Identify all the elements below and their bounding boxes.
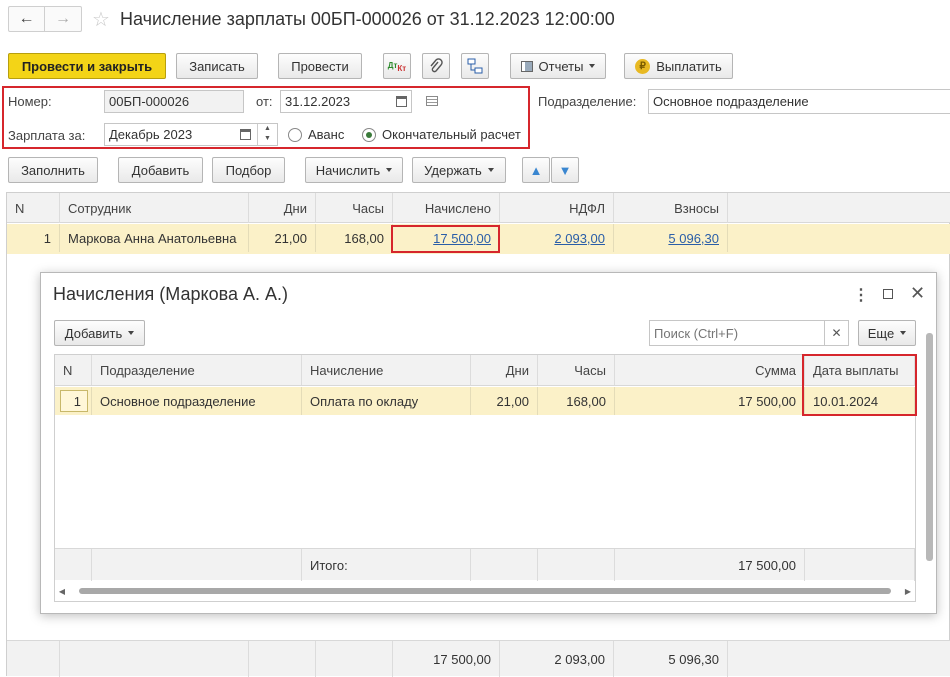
withhold-label: Удержать xyxy=(424,162,482,178)
back-arrow-icon[interactable]: ← xyxy=(9,7,45,31)
row-ndfl-link[interactable]: 2 093,00 xyxy=(500,224,614,252)
withhold-button[interactable]: Удержать xyxy=(412,157,506,183)
col-n[interactable]: N xyxy=(7,193,60,223)
vertical-scrollbar[interactable] xyxy=(926,333,933,561)
scroll-thumb[interactable] xyxy=(79,588,891,594)
col-ndfl[interactable]: НДФЛ xyxy=(500,193,614,223)
dialog-add-button[interactable]: Добавить xyxy=(54,320,145,346)
reports-label: Отчеты xyxy=(538,58,584,74)
total-label: Итого: xyxy=(302,549,471,581)
paperclip-icon[interactable] xyxy=(422,53,450,79)
reports-button[interactable]: Отчеты xyxy=(510,53,606,79)
total-accrued: 17 500,00 xyxy=(393,641,500,677)
dfoot-n xyxy=(55,549,92,581)
dcol-sum[interactable]: Сумма xyxy=(615,355,805,385)
pay-date-highlight-box xyxy=(802,354,917,416)
main-table-header: N Сотрудник Дни Часы Начислено НДФЛ Взно… xyxy=(7,193,950,223)
accrue-label: Начислить xyxy=(315,162,381,178)
post-and-close-button[interactable]: Провести и закрыть xyxy=(8,53,166,79)
dialog-table: N Подразделение Начисление Дни Часы Сумм… xyxy=(54,354,917,602)
pay-button[interactable]: ₽ Выплатить xyxy=(624,53,733,79)
dialog-table-footer: Итого: 17 500,00 xyxy=(55,548,915,581)
select-button[interactable]: Подбор xyxy=(212,157,285,183)
accrue-button[interactable]: Начислить xyxy=(305,157,403,183)
col-hours[interactable]: Часы xyxy=(316,193,393,223)
more-button[interactable]: Еще xyxy=(858,320,916,346)
col-days[interactable]: Дни xyxy=(249,193,316,223)
drow-division: Основное подразделение xyxy=(92,387,302,415)
save-button[interactable]: Записать xyxy=(176,53,258,79)
move-up-button[interactable]: ▲ xyxy=(522,157,550,183)
total-contrib: 5 096,30 xyxy=(614,641,728,677)
add-button[interactable]: Добавить xyxy=(118,157,203,183)
scroll-left-icon[interactable]: ◀ xyxy=(55,587,69,596)
dfoot-division xyxy=(92,549,302,581)
horizontal-scrollbar[interactable]: ◀ ▶ xyxy=(55,581,915,601)
ruble-coin-icon: ₽ xyxy=(635,58,651,74)
col-contrib[interactable]: Взносы xyxy=(614,193,728,223)
reports-icon xyxy=(520,60,533,72)
division-label: Подразделение: xyxy=(538,94,637,109)
dcol-accrual[interactable]: Начисление xyxy=(302,355,471,385)
drow-accrual: Оплата по окладу xyxy=(302,387,471,415)
clear-search-icon[interactable]: ✕ xyxy=(824,321,848,345)
footer-n xyxy=(7,641,60,677)
row-days: 21,00 xyxy=(249,224,316,252)
header-highlight-box xyxy=(2,86,530,149)
dialog-table-header: N Подразделение Начисление Дни Часы Сумм… xyxy=(55,355,915,386)
dfoot-pay-date xyxy=(805,549,915,581)
window-title: Начисление зарплаты 00БП-000026 от 31.12… xyxy=(120,9,615,29)
pay-label: Выплатить xyxy=(656,58,722,74)
close-icon[interactable]: ✕ xyxy=(910,283,925,304)
drow-days: 21,00 xyxy=(471,387,538,415)
footer-days xyxy=(249,641,316,677)
post-button[interactable]: Провести xyxy=(278,53,362,79)
accrued-highlight-box xyxy=(391,225,500,253)
footer-hours xyxy=(316,641,393,677)
search-input[interactable]: ✕ xyxy=(649,320,849,346)
drow-sum: 17 500,00 xyxy=(615,387,805,415)
drow-n-cell: 1 xyxy=(60,390,88,412)
division-field[interactable]: Основное подразделение xyxy=(648,89,950,114)
dfoot-days xyxy=(471,549,538,581)
dfoot-hours xyxy=(538,549,615,581)
search-field[interactable] xyxy=(654,325,824,341)
col-accrued[interactable]: Начислено xyxy=(393,193,500,223)
dt-kt-icon[interactable]: Дт Кт xyxy=(383,53,411,79)
row-hours: 168,00 xyxy=(316,224,393,252)
fill-button[interactable]: Заполнить xyxy=(8,157,98,183)
dialog-title: Начисления (Маркова А. А.) xyxy=(53,284,288,304)
dcol-days[interactable]: Дни xyxy=(471,355,538,385)
row-n: 1 xyxy=(7,224,60,252)
nav-buttons: ← → xyxy=(8,6,82,32)
main-table-footer: 17 500,00 2 093,00 5 096,30 xyxy=(7,640,950,677)
maximize-icon[interactable] xyxy=(883,289,893,299)
forward-arrow-icon[interactable]: → xyxy=(45,7,81,31)
total-ndfl: 2 093,00 xyxy=(500,641,614,677)
col-employee[interactable]: Сотрудник xyxy=(60,193,249,223)
drow-hours: 168,00 xyxy=(538,387,615,415)
structure-icon[interactable] xyxy=(461,53,489,79)
more-vertical-icon[interactable]: ⋮ xyxy=(853,285,869,305)
scroll-right-icon[interactable]: ▶ xyxy=(901,587,915,596)
dcol-hours[interactable]: Часы xyxy=(538,355,615,385)
dcol-division[interactable]: Подразделение xyxy=(92,355,302,385)
dialog-add-label: Добавить xyxy=(64,325,123,341)
drow-n: 1 xyxy=(55,387,92,415)
dcol-n[interactable]: N xyxy=(55,355,92,385)
move-down-button[interactable]: ▼ xyxy=(551,157,579,183)
favorite-star-icon[interactable]: ☆ xyxy=(92,7,110,32)
accruals-dialog: Начисления (Маркова А. А.) ⋮ ✕ Добавить … xyxy=(40,272,937,614)
total-sum: 17 500,00 xyxy=(615,549,805,581)
footer-employee xyxy=(60,641,249,677)
more-label: Еще xyxy=(867,325,895,341)
row-contrib-link[interactable]: 5 096,30 xyxy=(614,224,728,252)
table-row[interactable]: 1 Основное подразделение Оплата по оклад… xyxy=(55,387,915,415)
row-employee: Маркова Анна Анатольевна xyxy=(60,224,249,252)
